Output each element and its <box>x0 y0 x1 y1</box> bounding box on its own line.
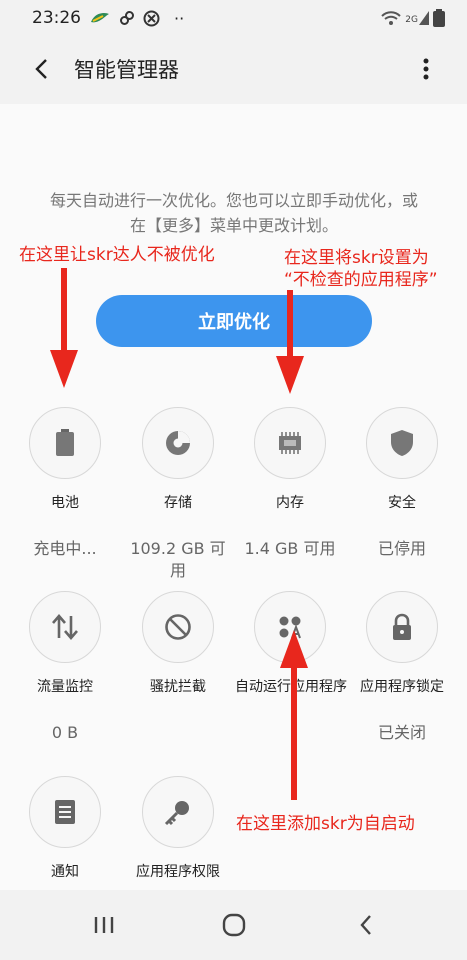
tile-app-lock[interactable]: 应用程序锁定 已关闭 <box>347 591 457 744</box>
tile-label: 通知 <box>51 864 79 880</box>
tile-value: 已停用 <box>377 539 426 558</box>
tile-label: 骚扰拦截 <box>150 679 206 695</box>
tile-label: 应用程序锁定 <box>360 679 444 695</box>
battery-tile-circle[interactable] <box>29 407 101 479</box>
leaf-icon <box>89 10 111 26</box>
app-lock-tile-circle[interactable] <box>366 591 438 663</box>
annotation-autorun: 在这里添加skr为自启动 <box>236 814 415 834</box>
tile-label: 内存 <box>276 495 304 511</box>
tile-label: 应用程序权限 <box>136 864 220 880</box>
arrow-down-memory <box>276 290 304 394</box>
page-title: 智能管理器 <box>74 58 179 82</box>
tile-value: 1.4 GB 可用 <box>244 539 336 558</box>
arrow-down-battery <box>50 268 78 388</box>
tile-call-block[interactable]: 骚扰拦截 <box>123 591 233 722</box>
signal-icon: 2G <box>405 11 429 25</box>
battery-status-icon <box>433 9 445 27</box>
annotation-memory-line1: 在这里将skr设置为 <box>284 248 429 268</box>
arrow-up-autorun <box>280 630 308 800</box>
annotation-memory-line2: “不检查的应用程序” <box>284 270 438 290</box>
optimize-now-button[interactable]: 立即优化 <box>96 295 372 347</box>
back-arrow-icon <box>35 59 47 79</box>
more-vert-icon <box>423 58 429 80</box>
security-tile-circle[interactable] <box>366 407 438 479</box>
tile-label: 电池 <box>51 495 79 511</box>
status-time: 23:26 <box>32 8 81 28</box>
tile-label: 流量监控 <box>37 679 93 695</box>
more-dots-icon: ·· <box>174 8 185 28</box>
tile-value: 已关闭 <box>377 723 426 742</box>
tile-label: 安全 <box>388 495 416 511</box>
tile-value: 充电中... <box>33 539 97 558</box>
app-bar: 智能管理器 <box>0 36 467 102</box>
notification-tile-circle[interactable] <box>29 776 101 848</box>
block-icon <box>165 614 191 640</box>
tile-memory[interactable]: 内存 1.4 GB 可用 <box>235 407 345 560</box>
blocked-icon <box>143 10 160 27</box>
more-options-button[interactable] <box>414 54 438 84</box>
tile-app-permissions[interactable]: 应用程序权限 <box>123 776 233 881</box>
tile-value: 109.2 GB 可用 <box>130 539 226 580</box>
data-monitor-tile-circle[interactable] <box>29 591 101 663</box>
nav-back-button[interactable] <box>351 910 381 940</box>
battery-icon <box>56 429 74 456</box>
lock-icon <box>393 613 411 640</box>
optimize-description: 每天自动进行一次优化。您也可以立即手动优化，或在【更多】菜单中更改计划。 <box>49 191 418 235</box>
system-nav-bar <box>0 890 467 960</box>
status-bar: 23:26 ·· 2G <box>0 0 467 36</box>
memory-tile-circle[interactable] <box>254 407 326 479</box>
memory-chip-icon <box>279 432 301 454</box>
recents-button[interactable] <box>89 910 119 940</box>
tile-security[interactable]: 安全 已停用 <box>347 407 457 560</box>
storage-tile-circle[interactable] <box>142 407 214 479</box>
home-icon <box>222 913 246 937</box>
back-icon <box>360 915 371 935</box>
tile-value: 0 B <box>51 723 79 742</box>
key-icon <box>164 801 189 826</box>
recents-icon <box>94 917 114 933</box>
tile-battery[interactable]: 电池 充电中... <box>10 407 120 560</box>
shield-icon <box>391 430 413 456</box>
network-label: 2G <box>405 15 418 25</box>
tile-label: 存储 <box>164 495 192 511</box>
storage-pie-icon <box>166 431 190 455</box>
tile-data-monitor[interactable]: 流量监控 0 B <box>10 591 120 744</box>
tile-notification[interactable]: 通知 <box>10 776 120 881</box>
app-permissions-tile-circle[interactable] <box>142 776 214 848</box>
tile-storage[interactable]: 存储 109.2 GB 可用 <box>123 407 233 582</box>
back-button[interactable] <box>28 56 54 82</box>
call-block-tile-circle[interactable] <box>142 591 214 663</box>
wifi-icon <box>381 10 402 26</box>
home-button[interactable] <box>219 910 249 940</box>
data-arrows-icon <box>52 614 78 640</box>
link-icon <box>119 10 135 26</box>
notification-icon <box>55 800 75 824</box>
